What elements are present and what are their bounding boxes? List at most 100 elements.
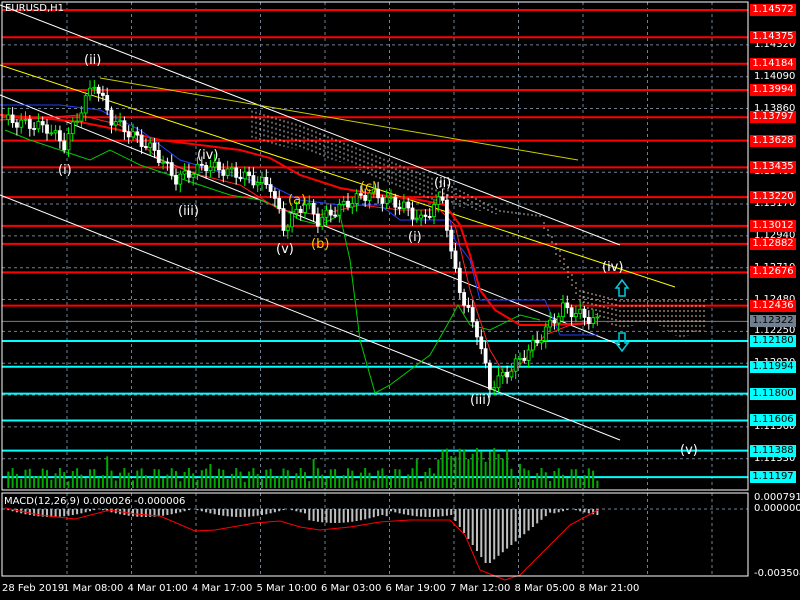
candle-body bbox=[346, 200, 350, 208]
candle-body bbox=[427, 216, 432, 218]
candle-body bbox=[221, 169, 226, 176]
price-level-label: 1.11197 bbox=[750, 471, 796, 484]
wave-label: (b) bbox=[311, 237, 330, 252]
price-level-label: 1.13797 bbox=[750, 111, 796, 124]
candle-body bbox=[165, 161, 170, 164]
price-level-label: 1.12676 bbox=[750, 266, 796, 279]
candle-body bbox=[466, 304, 471, 308]
chart-canvas[interactable] bbox=[0, 0, 800, 600]
candle-body bbox=[234, 167, 239, 178]
macd-histogram bbox=[7, 509, 599, 563]
candle-body bbox=[156, 149, 161, 163]
candle-body bbox=[574, 313, 578, 318]
candle-body bbox=[45, 124, 49, 134]
candle-body bbox=[457, 268, 462, 293]
candle-body bbox=[432, 204, 436, 218]
candle-body bbox=[40, 121, 45, 126]
candle-body bbox=[199, 163, 204, 166]
time-label: 1 Mar 08:00 bbox=[63, 583, 124, 594]
candle-body bbox=[294, 208, 299, 215]
candle-body bbox=[565, 302, 570, 309]
candle-body bbox=[535, 339, 540, 344]
candle-body bbox=[298, 208, 303, 213]
candle-body bbox=[479, 336, 484, 350]
kijun-line bbox=[0, 104, 598, 336]
price-level-label: 1.13012 bbox=[750, 219, 796, 232]
candle-body bbox=[290, 213, 295, 228]
price-level-label: 1.14375 bbox=[750, 31, 796, 44]
candle-body bbox=[513, 358, 518, 372]
candle-body bbox=[397, 206, 402, 209]
wave-label: (a) bbox=[288, 193, 307, 208]
candle-body bbox=[6, 114, 11, 121]
wave-label: (i) bbox=[58, 163, 72, 178]
candle-body bbox=[182, 170, 187, 175]
arrow-up-icon bbox=[614, 278, 630, 297]
window-title: EURUSD,H1 bbox=[5, 3, 65, 14]
candle-body bbox=[62, 140, 67, 151]
candle-body bbox=[238, 176, 243, 180]
price-level-label: 1.12882 bbox=[750, 237, 796, 250]
candle-body bbox=[419, 214, 424, 219]
price-level-label: 1.13994 bbox=[750, 83, 796, 96]
time-label: 28 Feb 2019 bbox=[2, 583, 65, 594]
candle-body bbox=[135, 131, 140, 136]
moving-average-fast bbox=[0, 114, 599, 376]
macd-axis-max: 0.000791 bbox=[754, 492, 800, 503]
candle-body bbox=[208, 166, 213, 172]
candle-body bbox=[423, 214, 428, 217]
macd-label: MACD(12,26,9) 0.000026 -0.000006 bbox=[4, 496, 186, 507]
candle-body bbox=[444, 199, 449, 231]
candle-body bbox=[109, 109, 114, 126]
yellow-trendline bbox=[0, 64, 676, 288]
time-label: 8 Mar 05:00 bbox=[514, 583, 575, 594]
candle-body bbox=[229, 167, 234, 170]
price-level-label: 1.13628 bbox=[750, 134, 796, 147]
candle-body bbox=[27, 118, 32, 129]
candle-body bbox=[285, 226, 290, 231]
candle-body bbox=[320, 216, 325, 227]
candle-body bbox=[591, 317, 595, 324]
candle-body bbox=[363, 194, 368, 201]
candle-body bbox=[509, 370, 514, 378]
wave-label: (i) bbox=[408, 230, 422, 245]
candle-body bbox=[49, 132, 54, 135]
candle-body bbox=[522, 357, 527, 361]
candle-body bbox=[487, 362, 492, 390]
candle-body bbox=[204, 165, 209, 172]
candle-body bbox=[380, 197, 385, 204]
candle-body bbox=[14, 122, 19, 128]
candle-body bbox=[92, 86, 97, 89]
wave-label: (iii) bbox=[470, 393, 491, 408]
wave-label: (c) bbox=[360, 180, 378, 195]
green-lagging-line bbox=[4, 129, 541, 394]
candle-body bbox=[328, 209, 333, 216]
candle-body bbox=[186, 170, 191, 178]
wave-label: (iv) bbox=[197, 148, 219, 163]
time-label: 6 Mar 19:00 bbox=[385, 583, 446, 594]
candle-body bbox=[440, 196, 445, 201]
time-label: 5 Mar 10:00 bbox=[256, 583, 317, 594]
price-level-label: 1.13435 bbox=[750, 161, 796, 174]
candle-body bbox=[389, 196, 393, 199]
candle-body bbox=[462, 292, 467, 306]
candle-body bbox=[582, 308, 587, 318]
candle-body bbox=[70, 121, 75, 135]
candle-body bbox=[341, 200, 346, 205]
candle-body bbox=[268, 184, 273, 192]
candle-body bbox=[101, 92, 105, 96]
candle-body bbox=[178, 173, 183, 185]
candle-body bbox=[105, 95, 110, 111]
candle-body bbox=[311, 202, 316, 215]
wave-label: (ii) bbox=[434, 176, 452, 191]
candle-body bbox=[496, 375, 501, 389]
macd-signal-line bbox=[4, 507, 599, 581]
candle-body bbox=[169, 162, 174, 176]
wave-label: (v) bbox=[680, 443, 698, 458]
price-level-label: 1.11388 bbox=[750, 444, 796, 457]
candle-body bbox=[526, 349, 531, 361]
candle-body bbox=[449, 229, 454, 252]
candle-body bbox=[406, 201, 411, 209]
candle-body bbox=[83, 95, 88, 114]
candle-body bbox=[272, 191, 277, 199]
